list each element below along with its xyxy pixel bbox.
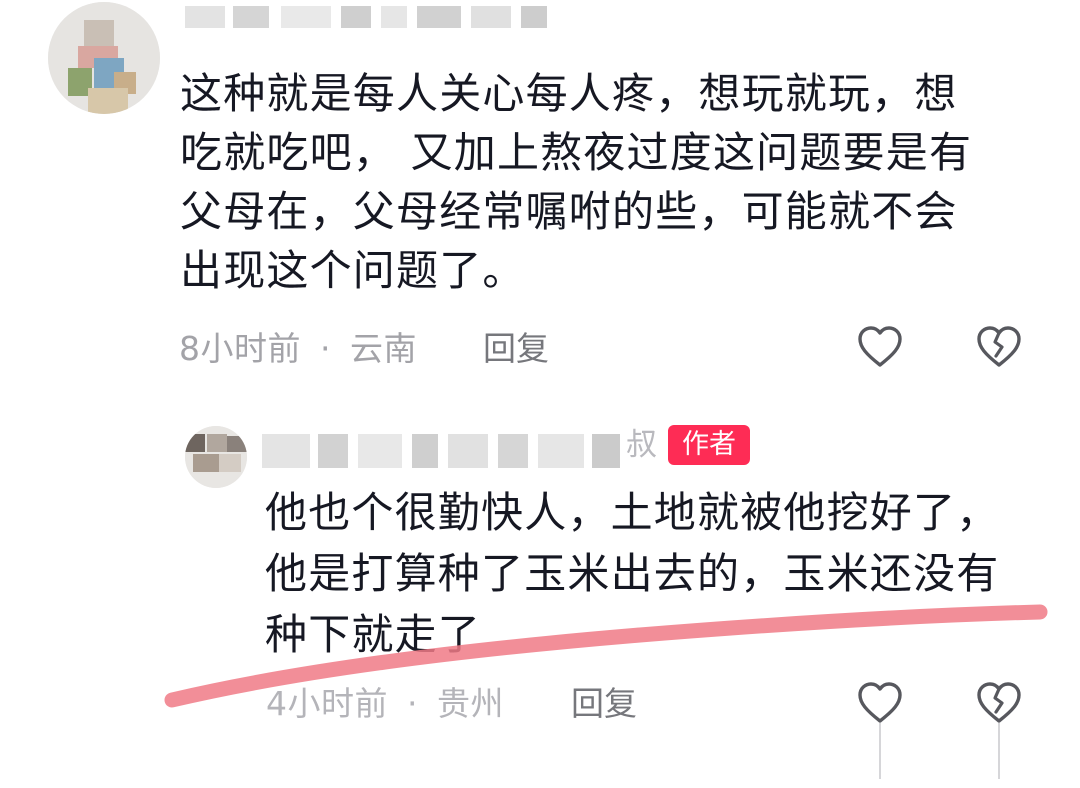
author-name-blurred[interactable] xyxy=(262,434,624,468)
reply-line: 他也个很勤快人，土地就被他挖好了， xyxy=(265,488,1000,537)
comment-time: 8小时前 xyxy=(179,329,301,368)
reply-text: 他也个很勤快人，土地就被他挖好了， 他是打算种了玉米出去的，玉米还没有 种下就走… xyxy=(265,482,1065,665)
commenter-avatar[interactable] xyxy=(48,2,160,114)
author-avatar[interactable] xyxy=(185,426,247,488)
reply-meta: 4小时前 · 贵州 xyxy=(266,684,504,724)
reply-line: 他是打算种了玉米出去的，玉米还没有 xyxy=(265,549,1000,598)
reply-button[interactable]: 回复 xyxy=(483,329,549,369)
comment-text: 这种就是每人关心每人疼，想玩就玩，想 吃就吃吧， 又加上熬夜过度这问题要是有 父… xyxy=(180,64,1040,300)
comment-location: 云南 xyxy=(350,329,417,368)
comment-meta: 8小时前 · 云南 xyxy=(179,329,417,369)
separator-dot: · xyxy=(320,329,331,368)
reply-time: 4小时前 xyxy=(266,684,388,723)
heart-outline-icon[interactable] xyxy=(856,679,904,779)
heart-outline-icon[interactable] xyxy=(856,323,904,371)
commenter-name-blurred[interactable] xyxy=(185,6,555,28)
reply-line: 种下就走了 xyxy=(265,610,482,659)
reply-location: 贵州 xyxy=(437,684,504,723)
separator-dot: · xyxy=(407,684,418,723)
comment-line: 父母在，父母经常嘱咐的些，可能就不会 xyxy=(180,187,958,236)
comment-line: 这种就是每人关心每人疼，想玩就玩，想 xyxy=(180,69,958,118)
broken-heart-icon[interactable] xyxy=(975,679,1023,779)
author-name-tail[interactable]: 叔 xyxy=(626,425,657,465)
reply-button[interactable]: 回复 xyxy=(571,684,637,724)
comment-line: 出现这个问题了。 xyxy=(180,246,526,295)
comment-line: 吃就吃吧， 又加上熬夜过度这问题要是有 xyxy=(180,128,973,177)
author-badge: 作者 xyxy=(668,425,750,465)
broken-heart-icon[interactable] xyxy=(975,323,1023,371)
